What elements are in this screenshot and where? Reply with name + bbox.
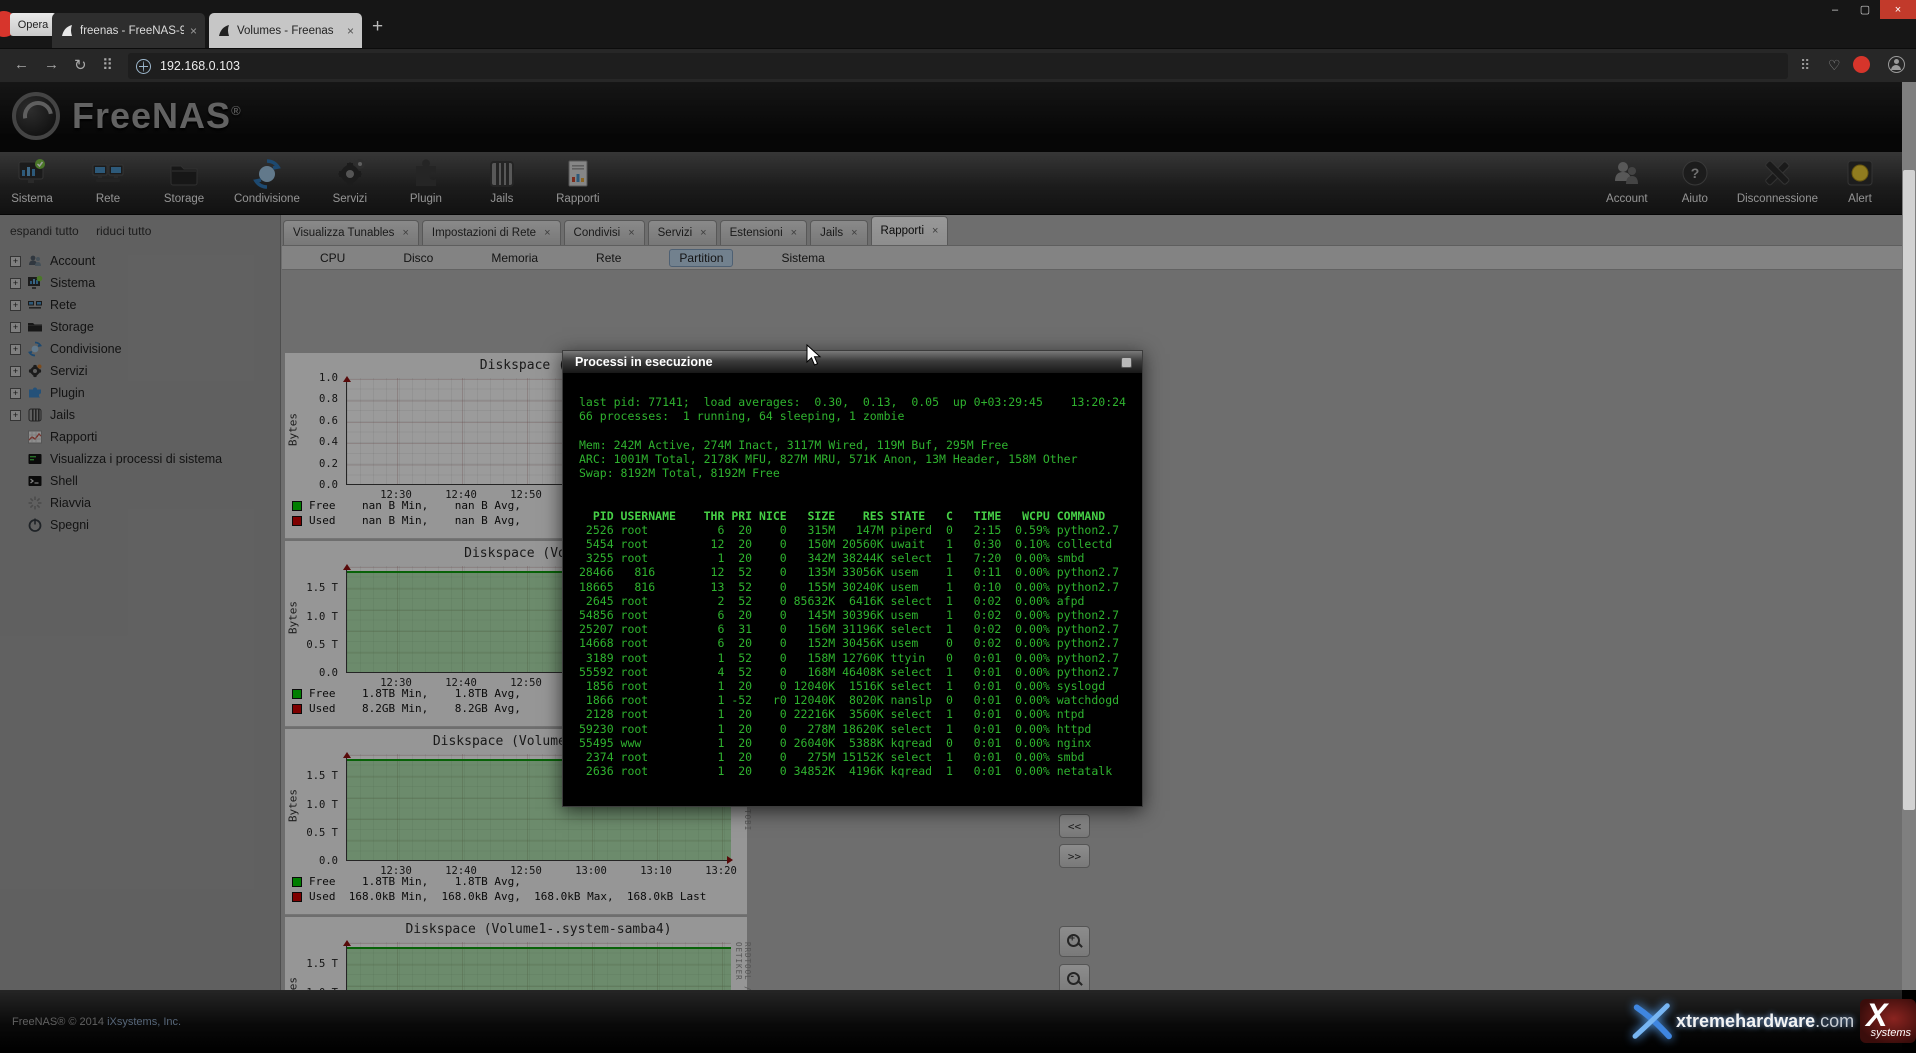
site-globe-icon	[136, 59, 151, 74]
scrollbar-thumb[interactable]	[1903, 170, 1915, 810]
process-table-header: PID USERNAME THR PRI NICE SIZE RES STATE…	[579, 509, 1142, 523]
xtremehardware-logo-icon	[1630, 995, 1674, 1047]
page-scrollbar[interactable]	[1902, 82, 1916, 990]
screen: Opera freenas - FreeNAS-9.2.1.5- × Volum…	[0, 0, 1916, 1053]
site-watermark: xtremehardware.com X systems	[1630, 992, 1916, 1050]
dialog-title-bar[interactable]: Processi in esecuzione	[563, 351, 1142, 373]
process-table-rows: 2526 root 6 20 0 315M 147M piperd 0 2:15…	[579, 523, 1142, 779]
running-processes-dialog: Processi in esecuzione last pid: 77141; …	[562, 350, 1143, 807]
watermark-tld: .com	[1815, 1011, 1854, 1031]
tab-close-icon[interactable]: ×	[190, 24, 197, 38]
new-tab-button[interactable]: +	[372, 16, 383, 38]
ixsystems-logo: X systems	[1860, 999, 1916, 1043]
tab-close-icon[interactable]: ×	[347, 24, 354, 38]
browser-tab-volumes[interactable]: Volumes - Freenas ×	[209, 13, 362, 48]
url-text: 192.168.0.103	[160, 59, 240, 73]
window-minimize-button[interactable]: –	[1820, 0, 1850, 19]
reload-icon[interactable]: ↻	[74, 56, 87, 74]
window-controls: – ▢ ×	[1820, 0, 1916, 19]
speed-dial-grid-icon[interactable]: ⠿	[102, 56, 113, 74]
profile-icon[interactable]	[1888, 56, 1905, 73]
dialog-title: Processi in esecuzione	[575, 355, 1121, 369]
window-maximize-button[interactable]: ▢	[1850, 0, 1880, 19]
freenas-favicon-icon	[217, 24, 231, 38]
back-icon[interactable]: ←	[14, 56, 29, 73]
opera-badge-icon[interactable]	[1853, 56, 1870, 73]
tab-title: Volumes - Freenas	[237, 25, 341, 37]
extensions-grid-icon[interactable]: ⠿	[1800, 57, 1810, 74]
opera-menu-button[interactable]: Opera	[10, 13, 56, 36]
mouse-cursor	[806, 344, 828, 368]
forward-icon[interactable]: →	[44, 56, 59, 73]
ixsystems-text: systems	[1871, 1027, 1911, 1039]
browser-tab-freenas[interactable]: freenas - FreeNAS-9.2.1.5- ×	[52, 13, 205, 48]
window-close-button[interactable]: ×	[1880, 0, 1916, 19]
bookmark-heart-icon[interactable]: ♡	[1828, 57, 1841, 74]
freenas-favicon-icon	[60, 24, 74, 38]
tab-title: freenas - FreeNAS-9.2.1.5-	[80, 25, 184, 37]
top-terminal-output: last pid: 77141; load averages: 0.30, 0.…	[563, 373, 1142, 778]
browser-address-bar: ← → ↻ ⠿ 192.168.0.103 ⠿ ♡	[0, 48, 1916, 82]
terminal-summary: last pid: 77141; load averages: 0.30, 0.…	[579, 395, 1142, 480]
dialog-resize-icon[interactable]	[1121, 357, 1132, 368]
watermark-site-name: xtremehardware	[1676, 1011, 1815, 1031]
browser-tab-strip: Opera freenas - FreeNAS-9.2.1.5- × Volum…	[0, 0, 1916, 48]
url-field[interactable]: 192.168.0.103	[128, 53, 1788, 79]
